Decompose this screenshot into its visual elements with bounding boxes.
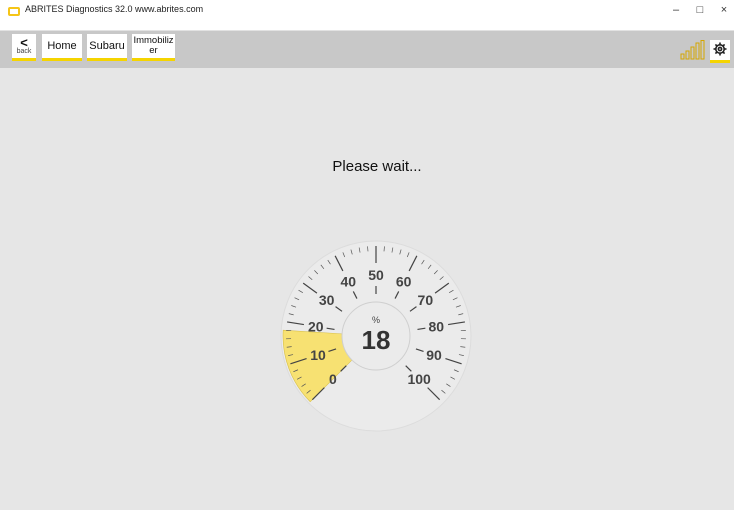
back-button[interactable]: < back (12, 34, 36, 61)
back-label: back (16, 47, 32, 55)
gauge-tick-label: 80 (428, 318, 444, 334)
breadcrumb-subaru[interactable]: Subaru (87, 34, 127, 61)
gauge-tick-label: 60 (396, 274, 412, 290)
gauge-tick-label: 50 (368, 267, 384, 283)
breadcrumb-immobilizer[interactable]: Immobiliz er (132, 34, 175, 61)
close-button[interactable]: × (712, 2, 734, 18)
gauge-tick-label: 30 (319, 292, 335, 308)
settings-button[interactable] (710, 40, 730, 63)
gauge-tick-label: 90 (426, 347, 442, 363)
title-bar: ABRITES Diagnostics 32.0 www.abrites.com… (0, 0, 734, 31)
window-title: ABRITES Diagnostics 32.0 www.abrites.com (25, 4, 204, 14)
app-logo-icon (8, 7, 20, 16)
gauge-tick-label: 10 (310, 347, 326, 363)
gauge-tick-label: 0 (329, 371, 337, 387)
minimize-button[interactable]: – (664, 2, 688, 18)
gauge-tick-label: 70 (418, 292, 434, 308)
gauge-tick-label: 40 (341, 274, 357, 290)
signal-strength-icon[interactable] (680, 40, 706, 60)
progress-gauge: 010 20 30 40 50 60 70 80 90 100 % 18 (280, 240, 472, 432)
breadcrumb-home[interactable]: Home (42, 34, 82, 61)
gear-icon (713, 42, 727, 56)
gauge-value: 18 (362, 325, 391, 355)
gauge-unit: % (372, 315, 380, 325)
toolbar: < back Home Subaru Immobiliz er (0, 31, 734, 68)
maximize-button[interactable]: □ (688, 2, 712, 18)
back-arrow-icon: < (20, 34, 28, 50)
gauge-tick-label: 20 (308, 318, 324, 334)
status-message: Please wait... (332, 158, 422, 175)
gauge-tick-label: 100 (407, 371, 431, 387)
